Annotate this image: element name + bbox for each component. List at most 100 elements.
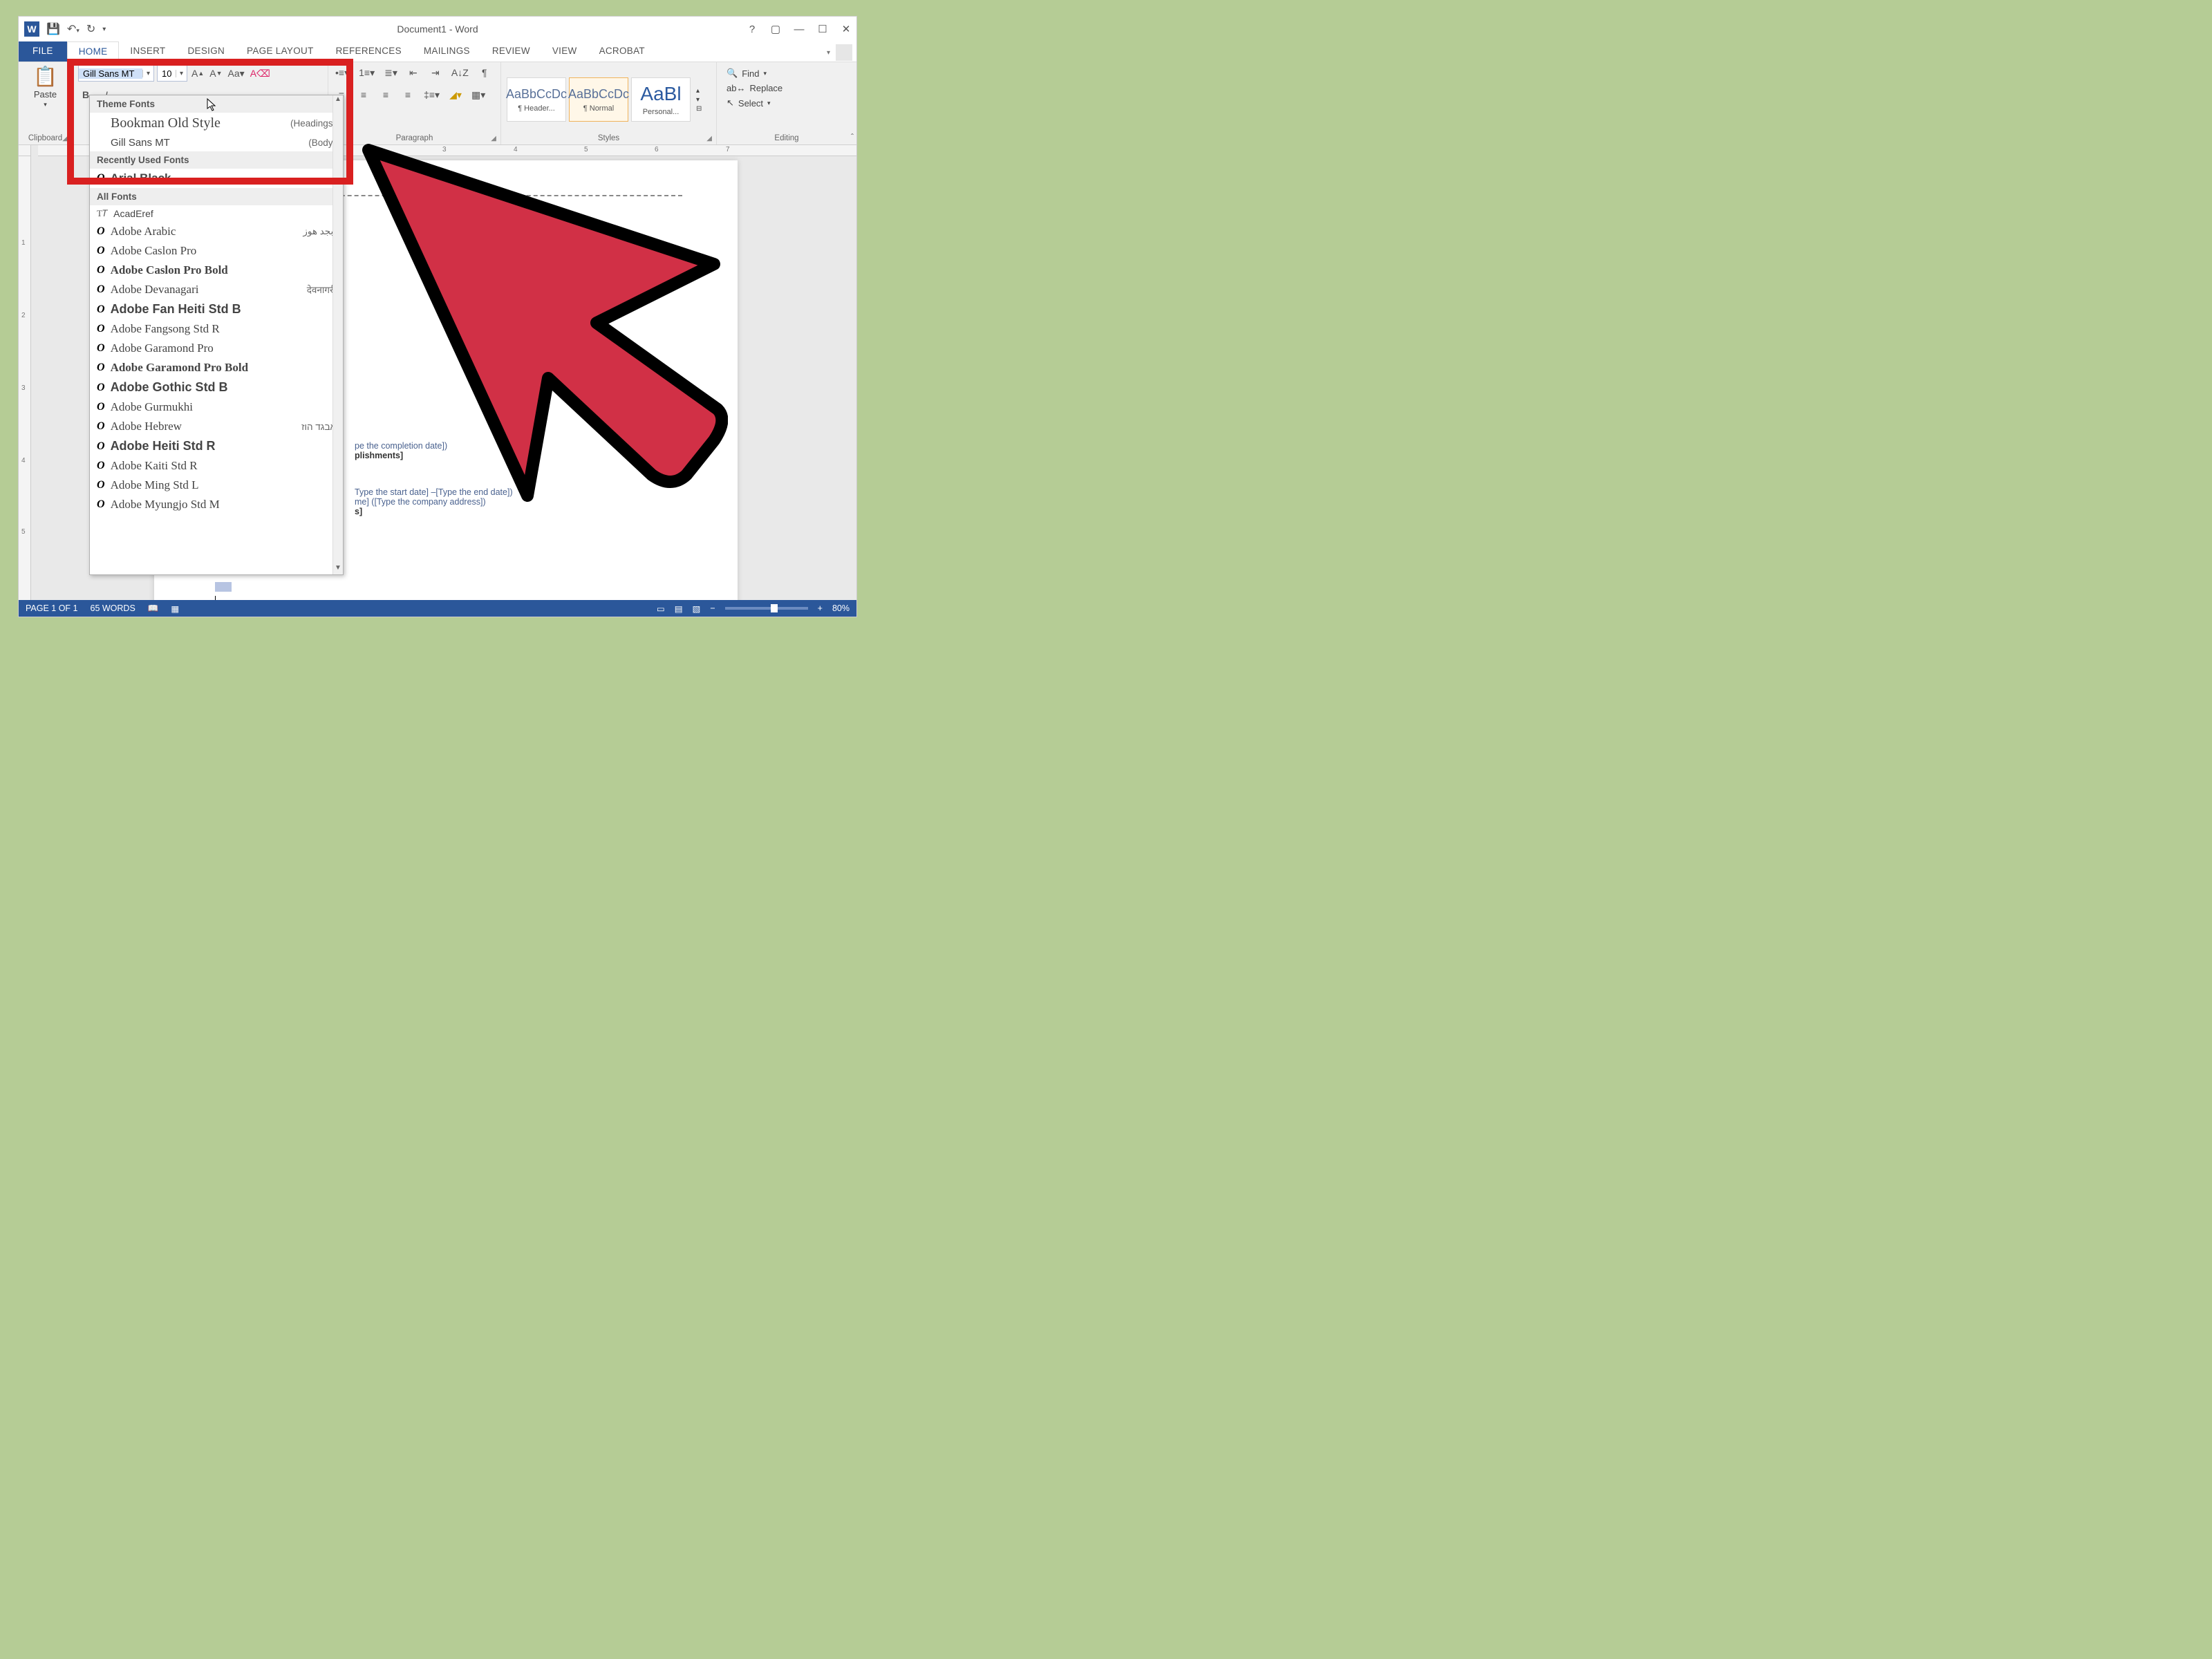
font-size-dropdown-icon[interactable]: ▾ xyxy=(176,70,187,77)
collapse-ribbon-icon[interactable]: ˆ xyxy=(851,132,854,142)
font-option[interactable]: OAdobe Fan Heiti Std B xyxy=(90,299,343,319)
status-proofing-icon[interactable]: 📖 xyxy=(148,603,159,614)
user-avatar[interactable] xyxy=(836,44,852,61)
minimize-icon[interactable]: — xyxy=(793,24,805,35)
font-option[interactable]: Bookman Old Style(Headings) xyxy=(90,113,343,134)
undo-icon[interactable]: ↶▾ xyxy=(67,22,79,36)
grow-font-icon[interactable]: A▲ xyxy=(190,66,205,81)
style-normal[interactable]: AaBbCcDc ¶ Normal xyxy=(569,77,628,122)
zoom-thumb[interactable] xyxy=(771,604,778,612)
multilevel-icon[interactable]: ≣▾ xyxy=(383,65,399,80)
select-button[interactable]: ↖Select▾ xyxy=(727,97,847,109)
paste-label[interactable]: Paste xyxy=(34,89,57,100)
status-macro-icon[interactable]: ▦ xyxy=(171,603,179,614)
tab-page-layout[interactable]: PAGE LAYOUT xyxy=(236,41,325,62)
save-icon[interactable]: 💾 xyxy=(46,22,60,36)
scroll-up-icon[interactable]: ▲ xyxy=(333,95,343,106)
font-option[interactable]: OAdobe Arabicأبجد هوز xyxy=(90,222,343,241)
tab-file[interactable]: FILE xyxy=(19,41,67,62)
font-option[interactable]: OArial Black xyxy=(90,169,343,188)
tab-insert[interactable]: INSERT xyxy=(119,41,176,62)
paragraph-launcher-icon[interactable]: ◢ xyxy=(491,135,496,142)
font-option[interactable]: OAdobe Heiti Std R xyxy=(90,436,343,456)
status-words[interactable]: 65 WORDS xyxy=(91,603,135,613)
find-button[interactable]: 🔍Find▾ xyxy=(727,68,847,79)
vertical-ruler[interactable]: 1 2 3 4 5 6 xyxy=(19,156,31,600)
font-option[interactable]: OAdobe Myungjo Std M xyxy=(90,495,343,514)
font-option[interactable]: OAdobe Caslon Pro Bold xyxy=(90,261,343,280)
font-option[interactable]: OAdobe Devanagariदेवनागरी xyxy=(90,280,343,299)
tab-mailings[interactable]: MAILINGS xyxy=(413,41,481,62)
numbering-icon[interactable]: 1≡▾ xyxy=(357,65,376,80)
font-option[interactable]: OAdobe Garamond Pro Bold xyxy=(90,358,343,377)
borders-icon[interactable]: ▦▾ xyxy=(470,87,487,102)
styles-gallery-more[interactable]: ▴▾⊟ xyxy=(696,87,702,113)
tab-acrobat[interactable]: ACROBAT xyxy=(588,41,656,62)
status-page[interactable]: PAGE 1 OF 1 xyxy=(26,603,78,613)
font-size-input[interactable] xyxy=(158,68,176,79)
ribbon-minimize-icon[interactable]: ▾ xyxy=(827,49,830,57)
styles-launcher-icon[interactable]: ◢ xyxy=(706,135,712,142)
font-option[interactable]: OAdobe Garamond Pro xyxy=(90,339,343,358)
style-personal[interactable]: AaBl Personal... xyxy=(631,77,691,122)
font-option[interactable]: OAdobe Hebrewאבגד הוז xyxy=(90,417,343,436)
replace-button[interactable]: ab↔Replace xyxy=(727,83,847,93)
font-name-combo[interactable]: ▾ xyxy=(78,65,154,82)
font-option[interactable]: OAdobe Caslon Pro xyxy=(90,241,343,261)
show-marks-icon[interactable]: ¶ xyxy=(477,65,492,80)
shading-icon[interactable]: ◢▾ xyxy=(448,87,463,102)
zoom-out-icon[interactable]: − xyxy=(710,603,715,613)
view-web-icon[interactable]: ▧ xyxy=(693,603,701,614)
zoom-slider[interactable] xyxy=(725,607,808,610)
align-right-icon[interactable]: ≡ xyxy=(378,87,393,102)
zoom-in-icon[interactable]: + xyxy=(818,603,823,613)
window-title: Document1 - Word xyxy=(19,24,856,35)
font-option[interactable]: T𝑇AcadEref xyxy=(90,205,343,222)
justify-icon[interactable]: ≡ xyxy=(400,87,415,102)
decrease-indent-icon[interactable]: ⇤ xyxy=(406,65,421,80)
font-dd-scrollbar[interactable]: ▲ ▼ xyxy=(332,95,343,574)
align-center-icon[interactable]: ≡ xyxy=(356,87,371,102)
paragraph-group-label: Paragraph◢ xyxy=(334,134,495,144)
line-spacing-icon[interactable]: ‡≡▾ xyxy=(422,87,441,102)
style-header[interactable]: AaBbCcDc ¶ Header... xyxy=(507,77,566,122)
font-option[interactable]: OAdobe Gothic Std B xyxy=(90,377,343,397)
font-option[interactable]: OAdobe Gurmukhi xyxy=(90,397,343,417)
maximize-icon[interactable]: ☐ xyxy=(816,23,829,35)
bullets-icon[interactable]: •≡▾ xyxy=(334,65,350,80)
close-icon[interactable]: ✕ xyxy=(840,23,852,35)
clear-format-icon[interactable]: A⌫ xyxy=(249,66,272,81)
replace-icon: ab↔ xyxy=(727,83,745,93)
font-name-input[interactable] xyxy=(79,68,142,79)
zoom-level[interactable]: 80% xyxy=(832,603,850,613)
tab-review[interactable]: REVIEW xyxy=(481,41,541,62)
scroll-down-icon[interactable]: ▼ xyxy=(333,564,343,574)
tab-view[interactable]: VIEW xyxy=(541,41,588,62)
tab-references[interactable]: REFERENCES xyxy=(325,41,413,62)
qat-customize-icon[interactable]: ▾ xyxy=(102,26,106,33)
group-clipboard: 📋 Paste ▾ Clipboard◢ xyxy=(19,62,73,144)
redo-icon[interactable]: ↻ xyxy=(86,22,95,36)
change-case-icon[interactable]: Aa▾ xyxy=(227,66,246,81)
ribbon-tabs: FILE HOME INSERT DESIGN PAGE LAYOUT REFE… xyxy=(19,41,856,62)
font-name-dropdown-icon[interactable]: ▾ xyxy=(142,70,153,77)
sort-icon[interactable]: A↓Z xyxy=(450,65,470,80)
tab-design[interactable]: DESIGN xyxy=(176,41,236,62)
theme-fonts-header: Theme Fonts xyxy=(90,95,343,113)
font-size-combo[interactable]: ▾ xyxy=(157,65,187,82)
increase-indent-icon[interactable]: ⇥ xyxy=(428,65,443,80)
tab-home[interactable]: HOME xyxy=(67,41,120,62)
section-divider xyxy=(285,195,682,196)
clipboard-launcher-icon[interactable]: ◢ xyxy=(62,135,68,142)
font-option[interactable]: Gill Sans MT(Body) xyxy=(90,134,343,151)
paste-icon[interactable]: 📋 xyxy=(33,65,57,88)
font-option[interactable]: OAdobe Fangsong Std R xyxy=(90,319,343,339)
view-print-icon[interactable]: ▤ xyxy=(675,603,683,614)
font-option[interactable]: OAdobe Kaiti Std R xyxy=(90,456,343,476)
view-read-icon[interactable]: ▭ xyxy=(657,603,665,614)
font-option[interactable]: OAdobe Ming Std L xyxy=(90,476,343,495)
paste-dropdown-icon[interactable]: ▾ xyxy=(44,101,47,109)
shrink-font-icon[interactable]: A▼ xyxy=(208,66,223,81)
help-icon[interactable]: ? xyxy=(746,24,758,35)
ribbon-options-icon[interactable]: ▢ xyxy=(769,23,782,35)
